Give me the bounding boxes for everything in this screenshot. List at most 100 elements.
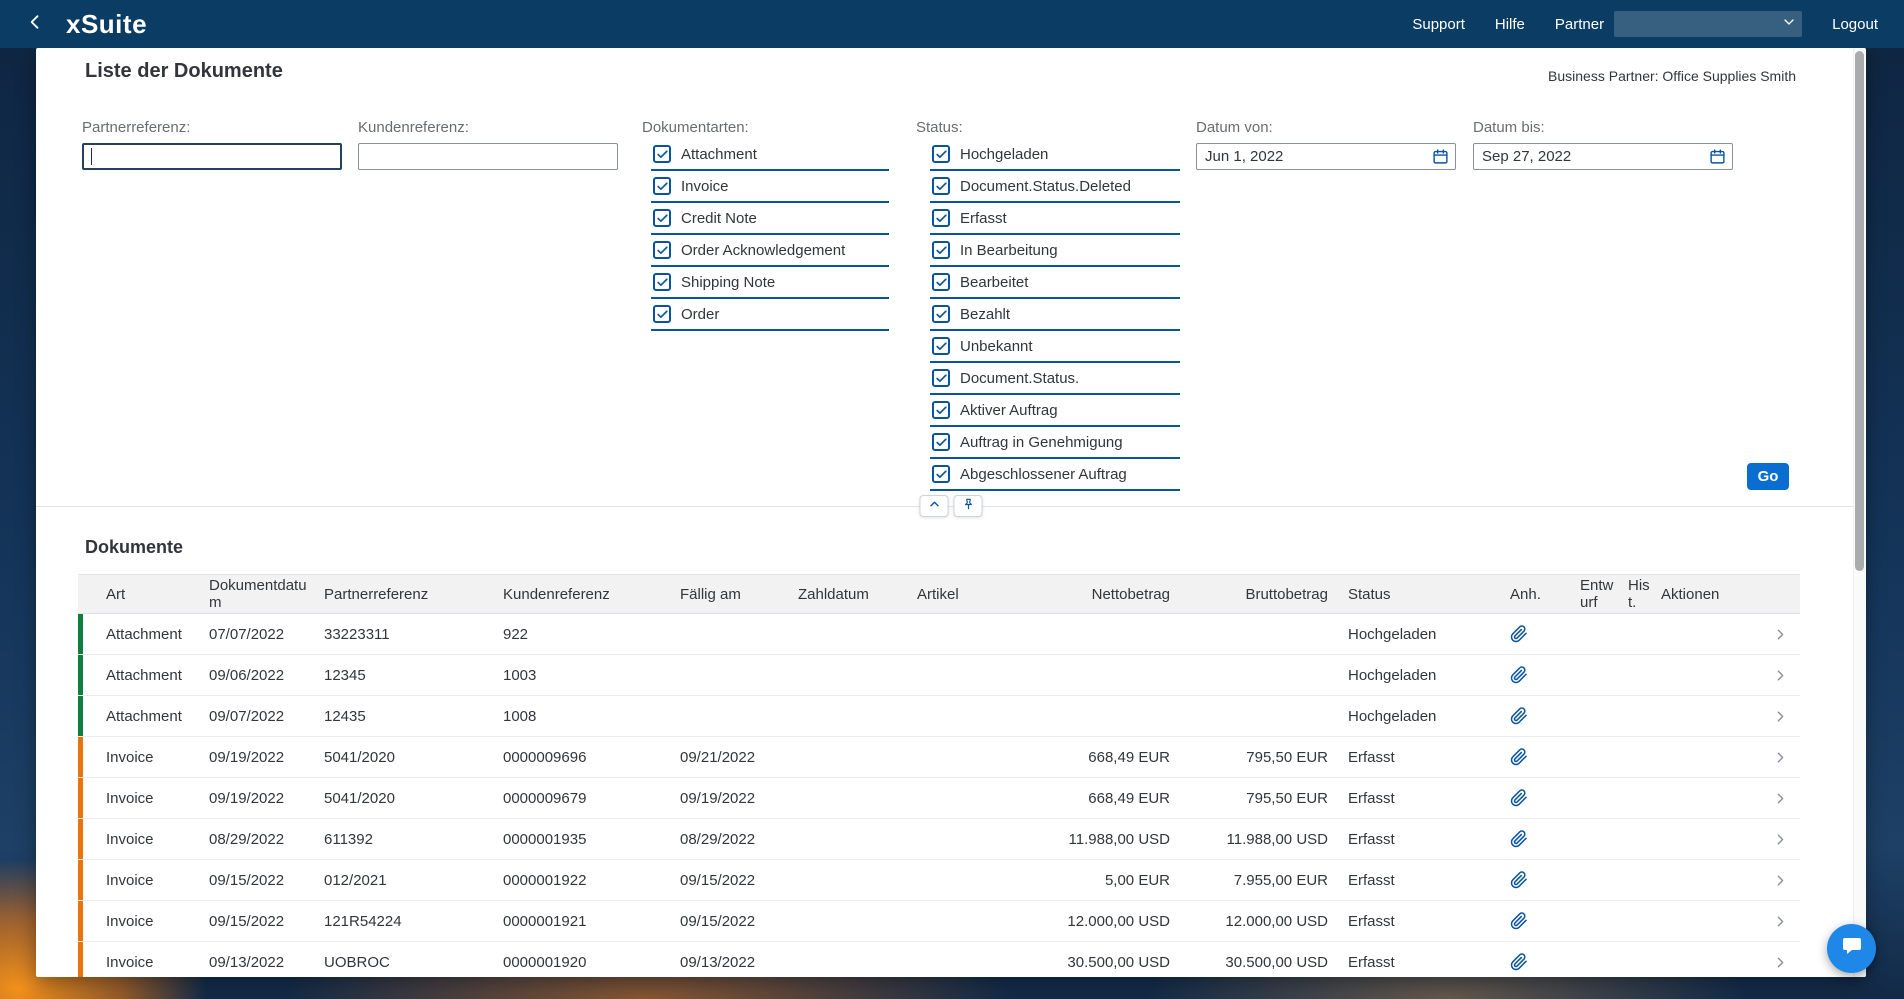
cell-kundenreferenz: 1003 (503, 666, 537, 684)
checkbox-checked-icon[interactable] (932, 369, 950, 387)
row-chevron-icon[interactable] (1760, 831, 1800, 848)
paperclip-icon[interactable] (1502, 748, 1572, 766)
help-link[interactable]: Hilfe (1495, 16, 1525, 33)
paperclip-icon[interactable] (1502, 953, 1572, 971)
checkbox-label: Aktiver Auftrag (960, 401, 1058, 419)
paperclip-icon[interactable] (1502, 830, 1572, 848)
checkbox-checked-icon[interactable] (932, 401, 950, 419)
status-option-auftrag-in-genehmigung[interactable]: Auftrag in Genehmigung (930, 427, 1180, 459)
status-option-deleted[interactable]: Document.Status.Deleted (930, 171, 1180, 203)
row-chevron-icon[interactable] (1760, 872, 1800, 889)
row-chevron-icon[interactable] (1760, 954, 1800, 971)
table-row[interactable]: Invoice 09/15/2022 121R54224 0000001921 … (78, 901, 1800, 942)
checkbox-checked-icon[interactable] (653, 241, 671, 259)
logout-link[interactable]: Logout (1832, 16, 1878, 33)
table-row[interactable]: Attachment 07/07/2022 33223311 922 Hochg… (78, 614, 1800, 655)
collapse-filter-button[interactable] (919, 495, 949, 517)
support-link[interactable]: Support (1412, 16, 1465, 33)
date-from-input[interactable] (1196, 143, 1456, 170)
date-to-input[interactable] (1473, 143, 1733, 170)
paperclip-icon[interactable] (1502, 912, 1572, 930)
go-button[interactable]: Go (1747, 463, 1789, 490)
doc-type-option-order[interactable]: Order (651, 299, 889, 331)
doc-type-option-invoice[interactable]: Invoice (651, 171, 889, 203)
partner-select[interactable] (1614, 11, 1803, 37)
checkbox-checked-icon[interactable] (932, 433, 950, 451)
checkbox-checked-icon[interactable] (932, 241, 950, 259)
status-option-abgeschlossener-auftrag[interactable]: Abgeschlossener Auftrag (930, 459, 1180, 491)
row-chevron-icon[interactable] (1760, 913, 1800, 930)
col-header-hist: Hist. (1628, 576, 1650, 611)
doc-type-option-attachment[interactable]: Attachment (651, 139, 889, 171)
checkbox-label: Document.Status. (960, 369, 1080, 387)
doc-type-option-credit-note[interactable]: Credit Note (651, 203, 889, 235)
table-row[interactable]: Invoice 09/13/2022 UOBROC 0000001920 09/… (78, 942, 1800, 977)
status-option-unbekannt[interactable]: Unbekannt (930, 331, 1180, 363)
table-row[interactable]: Invoice 08/29/2022 611392 0000001935 08/… (78, 819, 1800, 860)
partner-ref-field (82, 143, 342, 170)
table-row[interactable]: Attachment 09/07/2022 12435 1008 Hochgel… (78, 696, 1800, 737)
checkbox-checked-icon[interactable] (932, 305, 950, 323)
status-option-document-status[interactable]: Document.Status. (930, 363, 1180, 395)
paperclip-icon[interactable] (1502, 666, 1572, 684)
paperclip-icon[interactable] (1502, 871, 1572, 889)
status-option-in-bearbeitung[interactable]: In Bearbeitung (930, 235, 1180, 267)
cell-faellig-am: 09/15/2022 (680, 871, 756, 889)
vertical-scrollbar[interactable] (1853, 48, 1866, 977)
checkbox-checked-icon[interactable] (653, 209, 671, 227)
cell-kundenreferenz: 1008 (503, 707, 537, 725)
row-chevron-icon[interactable] (1760, 667, 1800, 684)
checkbox-checked-icon[interactable] (653, 305, 671, 323)
status-option-aktiver-auftrag[interactable]: Aktiver Auftrag (930, 395, 1180, 427)
cell-kundenreferenz: 0000001922 (503, 871, 587, 889)
cell-partnerreferenz: 12345 (324, 666, 366, 684)
checkbox-checked-icon[interactable] (932, 273, 950, 291)
paperclip-icon[interactable] (1502, 707, 1572, 725)
pin-filter-button[interactable] (953, 495, 983, 517)
calendar-icon[interactable] (1709, 148, 1726, 165)
chat-launcher-button[interactable] (1827, 924, 1876, 973)
table-row[interactable]: Invoice 09/15/2022 012/2021 0000001922 0… (78, 860, 1800, 901)
checkbox-checked-icon[interactable] (932, 209, 950, 227)
cell-partnerreferenz: 5041/2020 (324, 748, 395, 766)
row-chevron-icon[interactable] (1760, 708, 1800, 725)
row-chevron-icon[interactable] (1760, 749, 1800, 766)
table-row[interactable]: Invoice 09/19/2022 5041/2020 0000009679 … (78, 778, 1800, 819)
checkbox-checked-icon[interactable] (932, 465, 950, 483)
cell-nettobetrag: 12.000,00 USD (1067, 912, 1170, 930)
table-row[interactable]: Invoice 09/19/2022 5041/2020 0000009696 … (78, 737, 1800, 778)
checkbox-label: Auftrag in Genehmigung (960, 433, 1123, 451)
customer-ref-input[interactable] (358, 143, 618, 170)
row-chevron-icon[interactable] (1760, 626, 1800, 643)
status-option-hochgeladen[interactable]: Hochgeladen (930, 139, 1180, 171)
cell-dokumentdatum: 09/19/2022 (209, 789, 285, 807)
calendar-icon[interactable] (1432, 148, 1449, 165)
checkbox-label: Invoice (681, 177, 729, 195)
checkbox-label: Bearbeitet (960, 273, 1029, 291)
checkbox-checked-icon[interactable] (932, 337, 950, 355)
col-header-kundenreferenz: Kundenreferenz (503, 585, 610, 603)
chevron-down-icon (1781, 14, 1797, 34)
scrollbar-thumb[interactable] (1855, 51, 1864, 571)
cell-dokumentdatum: 09/06/2022 (209, 666, 285, 684)
row-chevron-icon[interactable] (1760, 790, 1800, 807)
cell-nettobetrag: 5,00 EUR (1104, 871, 1170, 889)
status-option-erfasst[interactable]: Erfasst (930, 203, 1180, 235)
cell-bruttobetrag: 7.955,00 EUR (1233, 871, 1328, 889)
checkbox-checked-icon[interactable] (653, 145, 671, 163)
cell-art: Attachment (106, 707, 182, 725)
doc-type-option-shipping-note[interactable]: Shipping Note (651, 267, 889, 299)
checkbox-checked-icon[interactable] (653, 177, 671, 195)
status-option-bezahlt[interactable]: Bezahlt (930, 299, 1180, 331)
checkbox-checked-icon[interactable] (653, 273, 671, 291)
partner-ref-input[interactable] (82, 143, 342, 170)
status-option-bearbeitet[interactable]: Bearbeitet (930, 267, 1180, 299)
paperclip-icon[interactable] (1502, 789, 1572, 807)
paperclip-icon[interactable] (1502, 625, 1572, 643)
table-row[interactable]: Attachment 09/06/2022 12345 1003 Hochgel… (78, 655, 1800, 696)
doc-type-option-order-ack[interactable]: Order Acknowledgement (651, 235, 889, 267)
cell-dokumentdatum: 08/29/2022 (209, 830, 285, 848)
checkbox-checked-icon[interactable] (932, 177, 950, 195)
back-button[interactable] (20, 9, 50, 39)
checkbox-checked-icon[interactable] (932, 145, 950, 163)
